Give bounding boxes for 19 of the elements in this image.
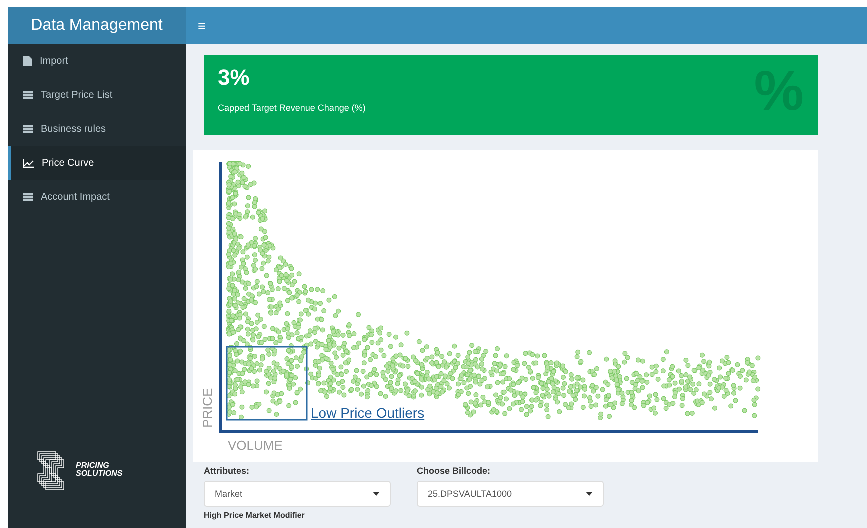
sidebar-item[interactable]: Price Curve	[8, 146, 186, 180]
info-label: Capped Target Revenue Change (%)	[218, 103, 367, 113]
sidebar-title: Data Management	[8, 7, 186, 44]
info-value: 3%	[218, 65, 250, 91]
menu-icon[interactable]: ≡	[198, 18, 206, 34]
y-axis-label: PRICE	[200, 388, 215, 428]
dropdown[interactable]: 25.DPSVAULTA1000	[417, 481, 604, 507]
field-label: Attributes:	[204, 466, 250, 476]
sidebar-item[interactable]: Target Price List	[8, 78, 186, 112]
dropdown[interactable]: Market	[204, 481, 391, 507]
sidebar-item[interactable]: Business rules	[8, 112, 186, 146]
field-label: Choose Billcode:	[417, 466, 492, 476]
highlight-label[interactable]: Low Price Outliers	[311, 405, 425, 421]
x-axis-label: VOLUME	[228, 438, 283, 453]
sidebar-item[interactable]: Import	[8, 44, 186, 78]
section-label: High Price Market Modifier	[203, 511, 306, 520]
sidebar-item[interactable]: Account Impact	[8, 180, 186, 214]
percent-icon: %	[754, 63, 804, 119]
logo-text: PRICING SOLUTIONS	[76, 462, 123, 478]
